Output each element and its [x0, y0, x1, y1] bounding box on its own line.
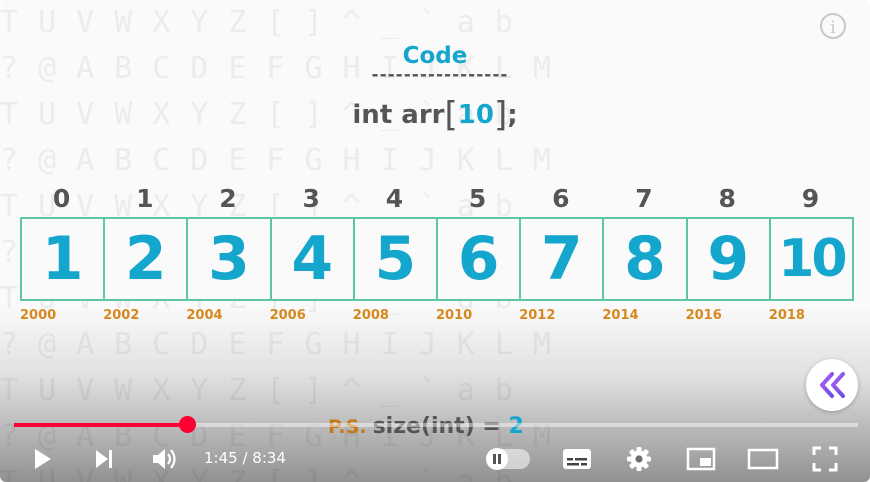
progress-scrubber[interactable] — [178, 416, 196, 433]
array-index: 1 — [136, 184, 154, 213]
array-declaration: int arr[10]; — [0, 92, 870, 135]
miniplayer-icon — [686, 447, 716, 471]
declaration-open-bracket: [ — [444, 95, 458, 135]
array-cell-value: 4 — [291, 224, 334, 294]
theater-button[interactable] — [747, 443, 779, 475]
array-cell: 1 — [20, 217, 106, 301]
bottom-gradient — [0, 305, 870, 482]
subtitles-icon — [563, 449, 591, 469]
array-index: 3 — [302, 184, 320, 213]
array-cell-value: 2 — [124, 224, 167, 294]
array-index: 4 — [385, 184, 404, 213]
fullscreen-button[interactable] — [809, 443, 841, 475]
autoplay-knob — [486, 448, 508, 470]
array-cell: 4 — [269, 217, 355, 301]
next-icon — [96, 450, 112, 468]
skip-back-icon — [820, 372, 845, 398]
play-button[interactable] — [26, 443, 58, 475]
array-cell: 6 — [436, 217, 522, 301]
play-icon — [35, 449, 51, 469]
time-display: 1:45 / 8:34 — [204, 449, 286, 467]
subtitles-button[interactable] — [561, 443, 593, 475]
array-cell: 10 — [768, 217, 854, 301]
time-current: 1:45 — [204, 449, 238, 467]
skip-back-button[interactable] — [806, 359, 858, 411]
array-cell: 2 — [103, 217, 189, 301]
array-index: 8 — [718, 184, 736, 213]
miniplayer-button[interactable] — [685, 443, 717, 475]
settings-button[interactable] — [623, 443, 655, 475]
progress-played — [14, 423, 188, 427]
declaration-suffix: ; — [507, 100, 518, 130]
array-cell: 8 — [602, 217, 688, 301]
declaration-size: 10 — [457, 100, 494, 130]
time-separator: / — [237, 449, 253, 467]
array-index: 5 — [468, 184, 487, 213]
autoplay-toggle[interactable] — [486, 448, 530, 470]
declaration-close-bracket: ] — [493, 95, 508, 135]
array-cell-value: 8 — [624, 224, 666, 294]
info-icon[interactable]: i — [820, 13, 846, 39]
array-cell-value: 6 — [457, 224, 500, 294]
array-index: 6 — [552, 184, 570, 213]
declaration-prefix: int arr — [352, 100, 445, 130]
volume-button[interactable] — [149, 443, 181, 475]
time-total: 8:34 — [252, 449, 286, 467]
array-index: 7 — [635, 184, 653, 213]
theater-icon — [747, 448, 779, 470]
video-frame[interactable]: TUVWXYZ[]^_`ab ?@ABCDEFGHIJKLM TUVWXYZ[]^_… — [0, 0, 870, 482]
code-separator: ----------------- — [371, 65, 509, 85]
array-cell-value: 7 — [540, 224, 583, 294]
array-cell: 7 — [519, 217, 605, 301]
array-index: 9 — [801, 184, 820, 213]
array-cell-value: 5 — [374, 224, 417, 294]
array-cell-value: 3 — [208, 224, 250, 294]
pause-icon — [493, 454, 501, 464]
fullscreen-icon — [812, 446, 838, 472]
array-cell-value: 1 — [41, 224, 84, 294]
array-cell-value: 10 — [778, 229, 847, 289]
note-label: P.S. — [328, 416, 367, 438]
settings-icon — [627, 447, 651, 471]
array-cell: 9 — [685, 217, 771, 301]
next-button[interactable] — [88, 443, 120, 475]
array-index: 2 — [219, 184, 237, 213]
array-cell: 3 — [186, 217, 272, 301]
array-cell: 5 — [352, 217, 438, 301]
volume-icon — [153, 449, 176, 469]
array-index: 0 — [52, 184, 71, 213]
array-cell-value: 9 — [707, 224, 750, 294]
